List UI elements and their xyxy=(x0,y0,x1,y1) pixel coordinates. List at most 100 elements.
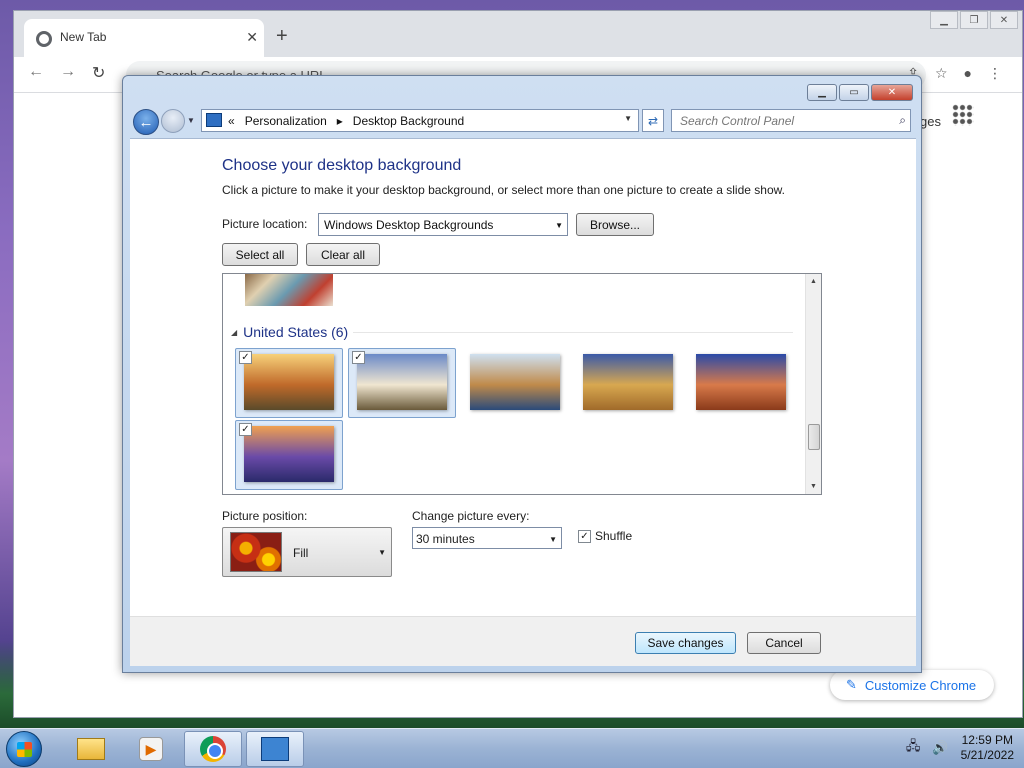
clock-time: 12:59 PM xyxy=(961,733,1013,747)
clear-all-button[interactable]: Clear all xyxy=(306,243,380,266)
customize-chrome-label: Customize Chrome xyxy=(864,677,977,693)
browse-button[interactable]: Browse... xyxy=(576,213,654,236)
breadcrumb-personalization[interactable]: Personalization xyxy=(245,114,327,128)
picture-position-label: Picture position: xyxy=(222,509,308,523)
picture-thumbnail xyxy=(470,354,560,410)
group-header[interactable]: ◢ United States (6) xyxy=(231,324,348,340)
taskbar: ▶ 🖧 🔊 12:59 PM 5/21/2022 xyxy=(0,728,1024,768)
cancel-button[interactable]: Cancel xyxy=(747,632,821,654)
scroll-up-icon[interactable]: ▲ xyxy=(810,278,817,285)
taskbar-control-panel[interactable] xyxy=(246,731,304,767)
taskbar-explorer[interactable] xyxy=(62,731,120,767)
close-icon[interactable]: ✕ xyxy=(990,11,1018,29)
picture-tile[interactable] xyxy=(687,348,795,418)
position-preview-thumbnail xyxy=(230,532,282,572)
shuffle-checkbox[interactable]: ✓ Shuffle xyxy=(578,529,632,543)
pencil-icon: ✎ xyxy=(846,677,857,692)
window-caption-buttons: ▁ ▭ ✕ xyxy=(807,84,913,101)
search-icon[interactable]: ⌕ xyxy=(899,113,906,128)
media-player-icon: ▶ xyxy=(139,737,163,761)
picture-tile[interactable]: ✓ xyxy=(235,348,343,418)
back-arrow-icon[interactable]: ← xyxy=(28,63,44,81)
breadcrumb-desktop-background[interactable]: Desktop Background xyxy=(353,114,464,128)
control-panel-icon xyxy=(206,113,222,127)
address-dropdown-icon[interactable]: ▼ xyxy=(624,114,632,123)
search-control-panel-input[interactable]: Search Control Panel ⌕ xyxy=(671,109,911,132)
chevron-down-icon: ▼ xyxy=(378,548,386,557)
control-panel-icon xyxy=(261,737,289,761)
close-button[interactable]: ✕ xyxy=(871,84,913,101)
address-bar[interactable]: « Personalization ▸ Desktop Background ▼ xyxy=(201,109,639,132)
picture-location-label: Picture location: xyxy=(222,217,308,231)
picture-checkbox-icon[interactable]: ✓ xyxy=(352,351,365,364)
gallery-scrollbar[interactable]: ▲ ▼ xyxy=(805,274,821,494)
tab-title: New Tab xyxy=(60,30,107,44)
taskbar-media-player[interactable]: ▶ xyxy=(122,731,180,767)
shuffle-label: Shuffle xyxy=(595,529,633,543)
chrome-favicon-icon xyxy=(36,31,52,47)
new-tab-button[interactable]: + xyxy=(276,25,288,48)
customize-chrome-button[interactable]: ✎ Customize Chrome xyxy=(830,670,994,700)
breadcrumb: « Personalization ▸ Desktop Background xyxy=(228,114,464,128)
picture-tile[interactable]: ✓ xyxy=(235,420,343,490)
picture-checkbox-icon[interactable]: ✓ xyxy=(239,423,252,436)
group-divider xyxy=(353,332,793,333)
bookmark-star-icon[interactable]: ☆ xyxy=(935,65,948,82)
group-label: United States (6) xyxy=(243,324,349,340)
picture-position-value: Fill xyxy=(293,546,309,560)
menu-icon[interactable]: ⋮ xyxy=(988,65,1002,82)
picture-position-select[interactable]: Fill ▼ xyxy=(222,527,392,577)
picture-thumbnail xyxy=(244,426,334,482)
picture-tile[interactable] xyxy=(461,348,569,418)
reload-icon[interactable]: ↻ xyxy=(92,63,105,83)
maximize-button[interactable]: ▭ xyxy=(839,84,869,101)
profile-icon[interactable]: ● xyxy=(964,65,972,82)
chrome-tab[interactable]: New Tab ✕ xyxy=(24,19,264,57)
minimize-icon[interactable]: ▁ xyxy=(930,11,958,29)
collapse-triangle-icon[interactable]: ◢ xyxy=(231,328,237,340)
scroll-thumb[interactable] xyxy=(808,424,820,450)
system-tray: 🖧 🔊 12:59 PM 5/21/2022 xyxy=(906,733,1014,763)
footer: Save changes Cancel xyxy=(130,616,916,666)
change-picture-select[interactable]: 30 minutes ▼ xyxy=(412,527,562,549)
picture-thumbnail xyxy=(244,354,334,410)
picture-tile[interactable] xyxy=(574,348,682,418)
chevron-down-icon: ▼ xyxy=(549,535,557,544)
breadcrumb-overflow[interactable]: « xyxy=(228,114,235,128)
control-panel-window: ▁ ▭ ✕ ← ▼ « Personalization ▸ Desktop Ba… xyxy=(122,75,922,673)
refresh-button[interactable]: ⇄ xyxy=(642,109,664,132)
partial-picture-thumbnail[interactable] xyxy=(245,274,333,306)
select-all-button[interactable]: Select all xyxy=(222,243,298,266)
recent-pages-dropdown[interactable]: ▼ xyxy=(187,116,195,125)
start-button[interactable] xyxy=(6,731,42,767)
chrome-tabstrip: New Tab ✕ + ▁ ❐ ✕ xyxy=(14,11,1022,57)
picture-location-value: Windows Desktop Backgrounds xyxy=(324,218,494,232)
folder-icon xyxy=(77,738,105,760)
breadcrumb-separator[interactable]: ▸ xyxy=(337,114,343,128)
images-link[interactable]: ges xyxy=(920,114,941,129)
apps-grid-icon[interactable] xyxy=(952,104,974,126)
scroll-down-icon[interactable]: ▼ xyxy=(810,483,817,490)
network-icon[interactable]: 🖧 xyxy=(906,737,921,759)
minimize-button[interactable]: ▁ xyxy=(807,84,837,101)
picture-tile[interactable]: ✓ xyxy=(348,348,456,418)
picture-gallery[interactable]: ◢ United States (6) ✓ ✓ ✓ ▲ ▼ xyxy=(222,273,822,495)
save-changes-button[interactable]: Save changes xyxy=(635,632,736,654)
picture-checkbox-icon[interactable]: ✓ xyxy=(239,351,252,364)
page-title: Choose your desktop background xyxy=(222,157,462,174)
page-description: Click a picture to make it your desktop … xyxy=(222,183,785,197)
shuffle-check-icon[interactable]: ✓ xyxy=(578,529,591,543)
volume-icon[interactable]: 🔊 xyxy=(932,740,948,756)
chevron-down-icon: ▼ xyxy=(555,221,563,230)
forward-arrow-icon[interactable]: → xyxy=(60,63,76,81)
picture-location-select[interactable]: Windows Desktop Backgrounds ▼ xyxy=(318,213,568,236)
change-picture-label: Change picture every: xyxy=(412,509,530,523)
tab-close-icon[interactable]: ✕ xyxy=(246,29,258,46)
clock[interactable]: 12:59 PM 5/21/2022 xyxy=(961,733,1014,763)
restore-icon[interactable]: ❐ xyxy=(960,11,988,29)
forward-button[interactable] xyxy=(161,109,185,133)
chrome-window-controls: ▁ ❐ ✕ xyxy=(928,11,1018,29)
taskbar-chrome[interactable] xyxy=(184,731,242,767)
content-pane: Choose your desktop background Click a p… xyxy=(130,138,916,616)
back-button[interactable]: ← xyxy=(133,109,159,135)
